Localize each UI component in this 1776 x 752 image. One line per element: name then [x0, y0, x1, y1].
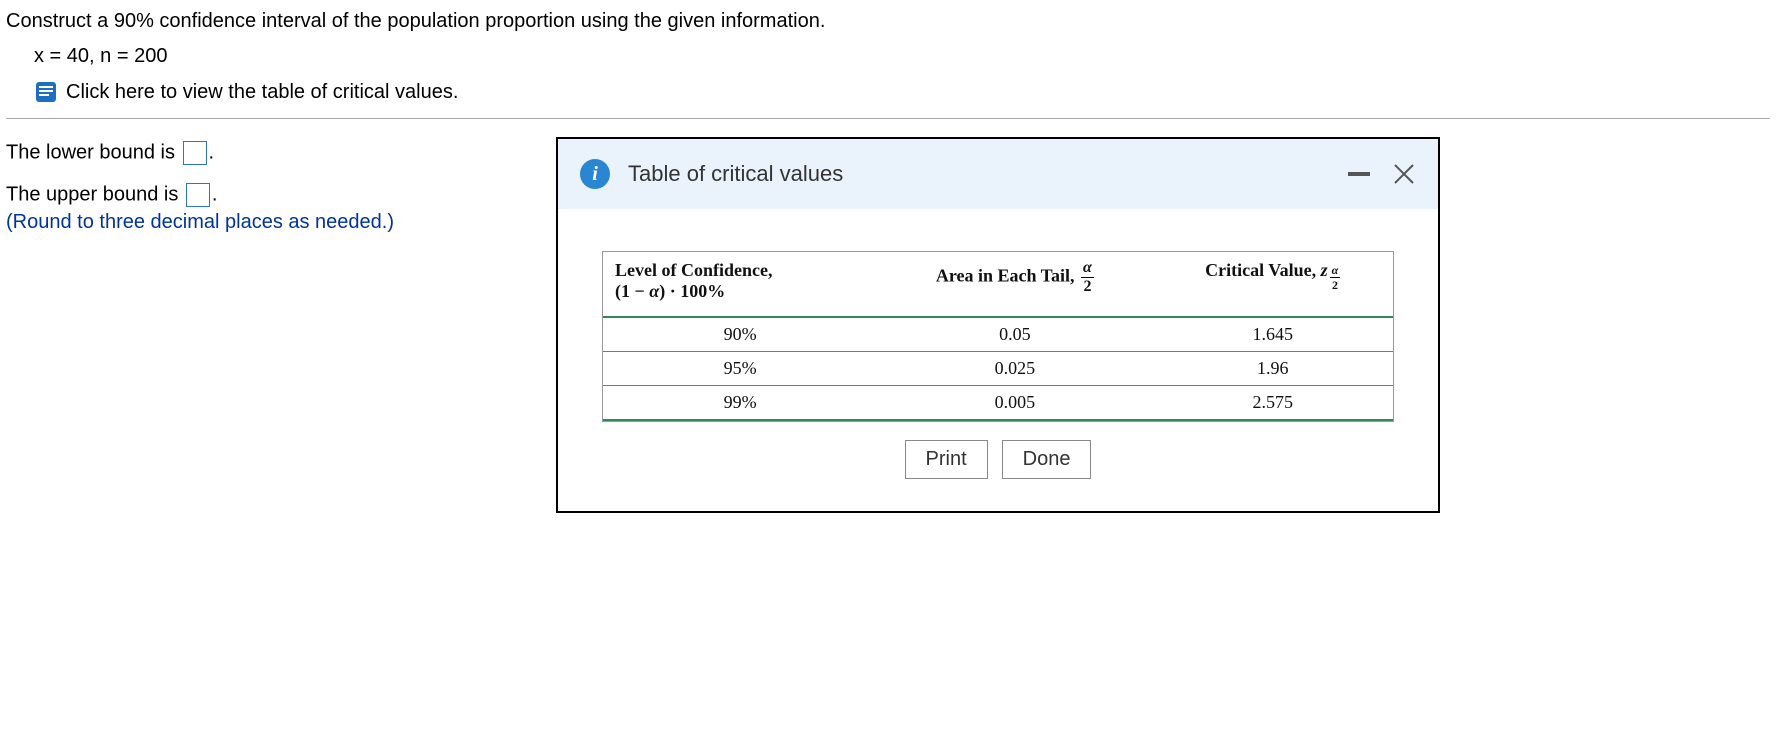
cell-level: 99%: [603, 386, 877, 421]
cell-tail: 0.05: [877, 317, 1152, 352]
done-button[interactable]: Done: [1002, 440, 1092, 479]
question-prompt: Construct a 90% confidence interval of t…: [6, 10, 1770, 33]
cell-level: 95%: [603, 352, 877, 386]
info-icon: i: [580, 159, 610, 189]
book-icon: [34, 80, 58, 104]
critical-values-link-text: Click here to view the table of critical…: [66, 81, 458, 104]
close-icon[interactable]: [1392, 162, 1416, 186]
table-header-tail: Area in Each Tail, α2: [877, 252, 1152, 317]
th-tail-frac-den: 2: [1081, 278, 1094, 295]
print-button[interactable]: Print: [905, 440, 988, 479]
cell-z: 1.96: [1152, 352, 1393, 386]
th-level-line1: Level of Confidence,: [615, 260, 772, 280]
critical-values-table-wrap: Level of Confidence, (1 − α) · 100% Area…: [602, 251, 1394, 422]
minimize-icon[interactable]: [1348, 172, 1370, 176]
question-given: x = 40, n = 200: [34, 45, 1770, 68]
lower-bound-input[interactable]: [183, 141, 207, 165]
th-z-pre: Critical Value,: [1205, 260, 1321, 280]
th-z-sub-num: α: [1330, 264, 1341, 278]
cell-tail: 0.005: [877, 386, 1152, 421]
th-z-subfrac: α2: [1330, 264, 1341, 291]
lower-bound-label-pre: The lower bound is: [6, 141, 181, 163]
cell-tail: 0.025: [877, 352, 1152, 386]
popup-header: i Table of critical values: [558, 139, 1438, 209]
cell-z: 2.575: [1152, 386, 1393, 421]
lower-bound-line: The lower bound is .: [6, 141, 546, 165]
table-row: 99% 0.005 2.575: [603, 386, 1393, 421]
th-level-line2-pre: (1 −: [615, 281, 649, 301]
cell-level: 90%: [603, 317, 877, 352]
th-z-sub-den: 2: [1330, 278, 1341, 291]
upper-bound-label-post: .: [212, 183, 218, 205]
th-z-z: z: [1321, 260, 1328, 280]
rounding-note: (Round to three decimal places as needed…: [6, 211, 546, 234]
table-header-z: Critical Value, zα2: [1152, 252, 1393, 317]
table-row: 90% 0.05 1.645: [603, 317, 1393, 352]
th-level-line2-post: ) · 100%: [659, 281, 725, 301]
critical-values-popup: i Table of critical values: [556, 137, 1440, 513]
separator: [6, 118, 1770, 119]
table-row: 95% 0.025 1.96: [603, 352, 1393, 386]
th-level-alpha: α: [649, 281, 659, 301]
critical-values-link[interactable]: Click here to view the table of critical…: [34, 80, 1770, 104]
th-tail-pre: Area in Each Tail,: [936, 266, 1079, 286]
th-tail-frac: α2: [1081, 260, 1094, 295]
upper-bound-label-pre: The upper bound is: [6, 183, 184, 205]
upper-bound-line: The upper bound is .: [6, 183, 546, 207]
upper-bound-input[interactable]: [186, 183, 210, 207]
table-header-level: Level of Confidence, (1 − α) · 100%: [603, 252, 877, 317]
popup-title: Table of critical values: [628, 161, 1348, 187]
th-tail-frac-num: α: [1081, 260, 1094, 278]
critical-values-table: Level of Confidence, (1 − α) · 100% Area…: [603, 252, 1393, 421]
lower-bound-label-post: .: [209, 141, 215, 163]
cell-z: 1.645: [1152, 317, 1393, 352]
